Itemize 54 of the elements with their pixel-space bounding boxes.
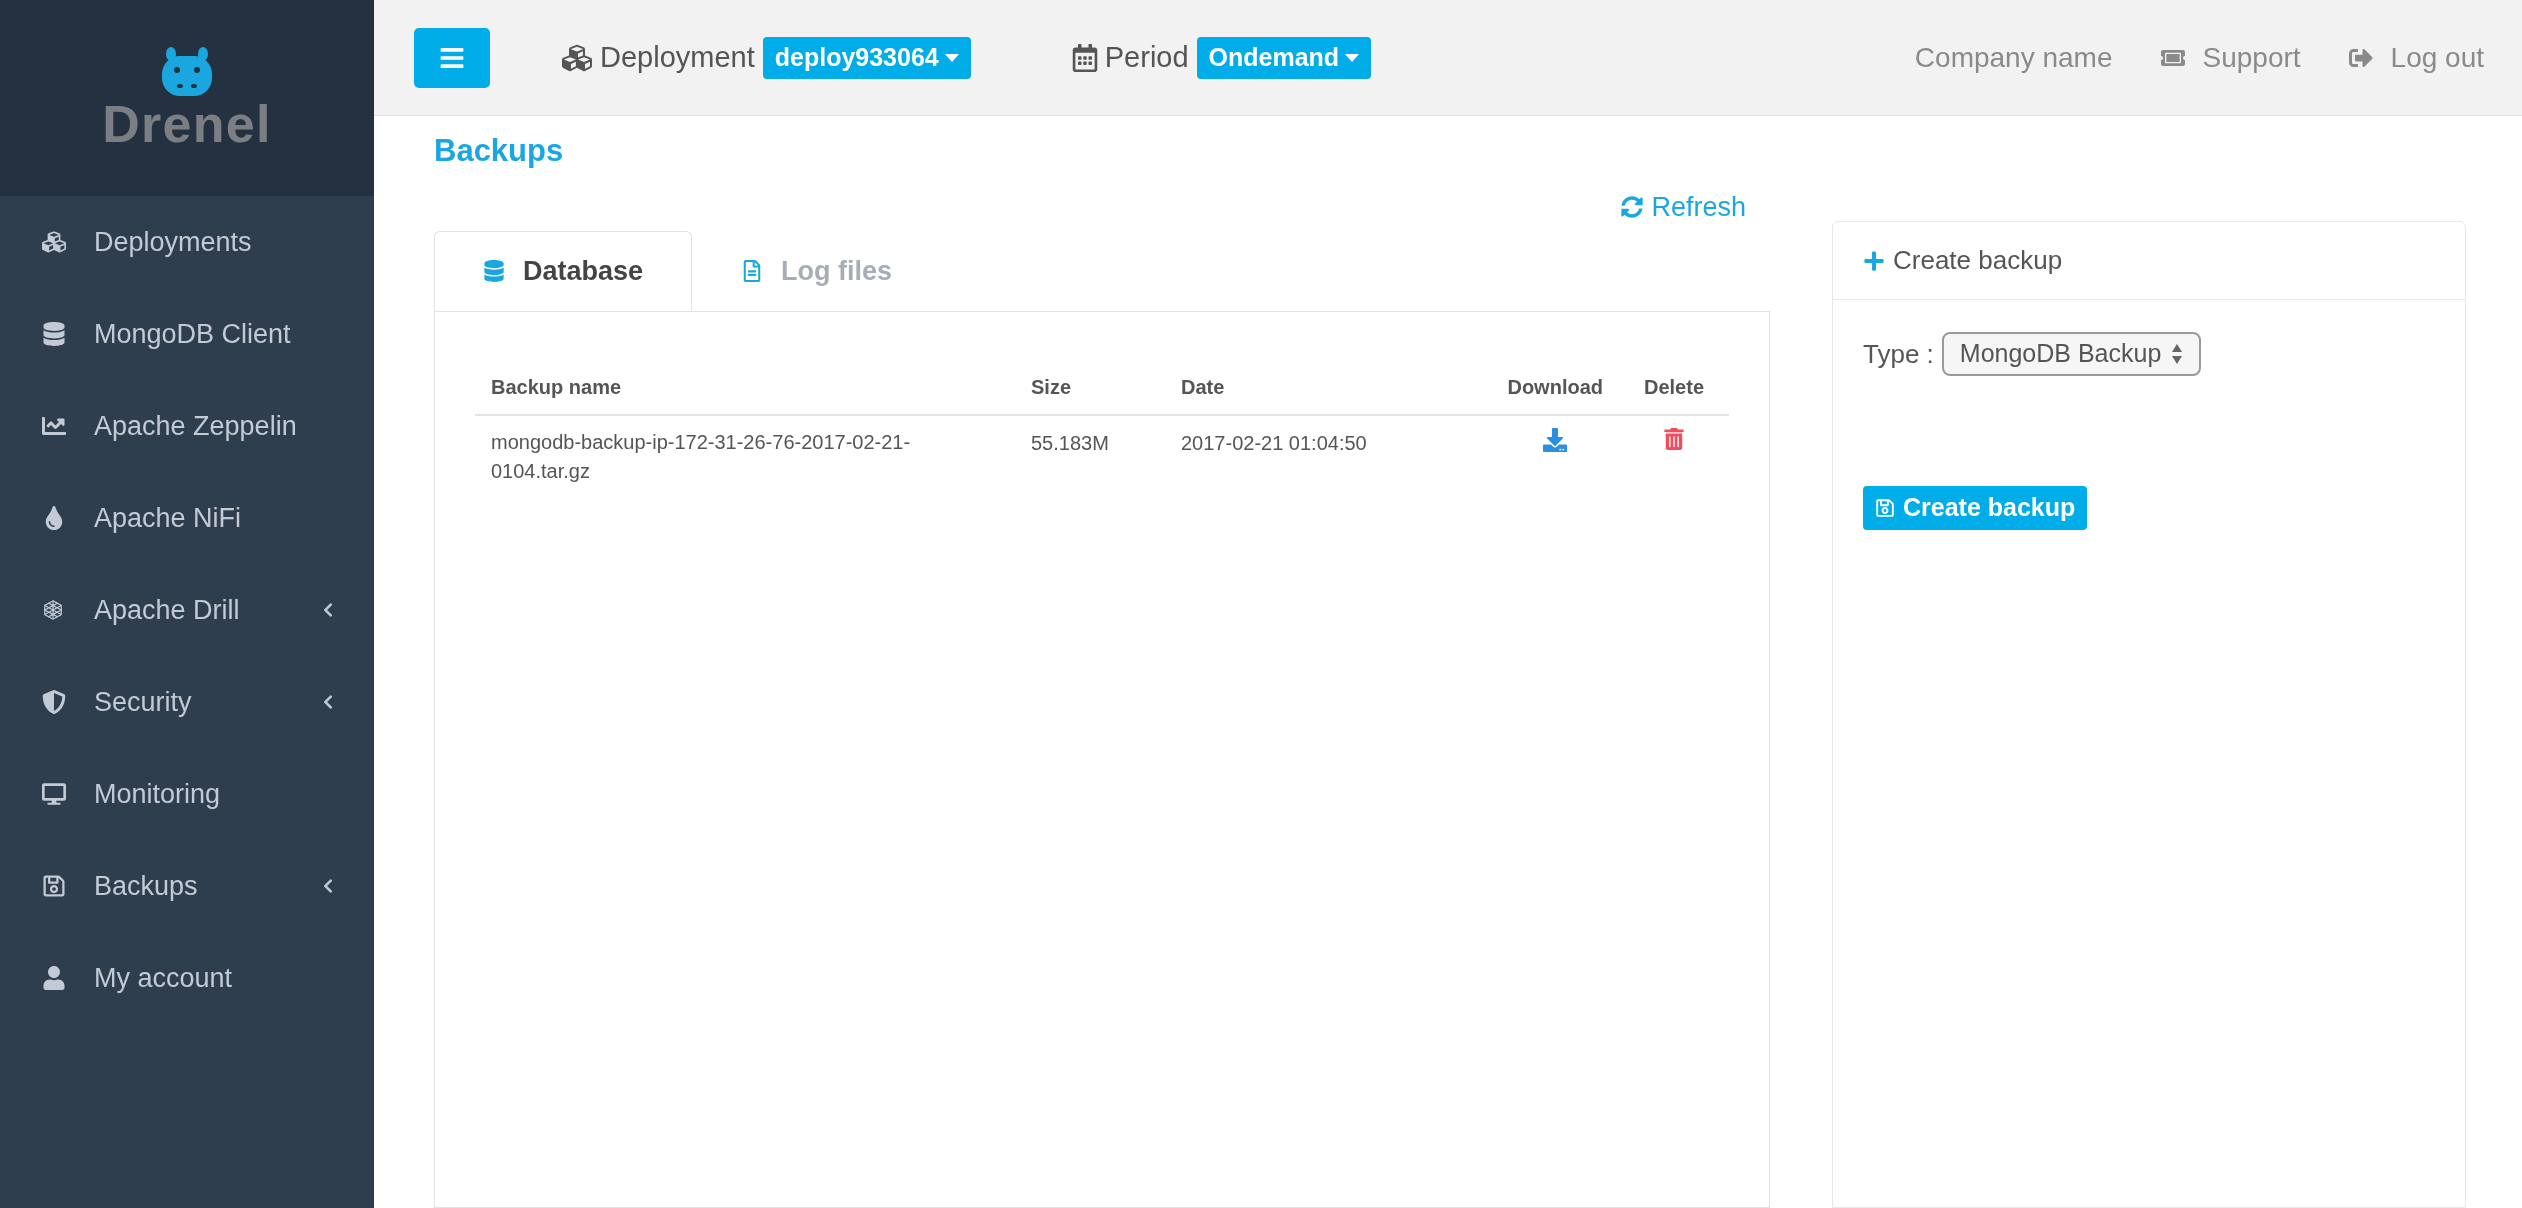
type-select[interactable]: MongoDB Backup: [1941, 332, 2202, 376]
hexagon-icon: [42, 599, 64, 621]
sidebar-item-label: Apache Drill: [94, 593, 241, 627]
sidebar-item-label: MongoDB Client: [94, 317, 292, 351]
download-icon: [1543, 428, 1568, 452]
sidebar-item[interactable]: Backups: [0, 840, 374, 932]
shield-icon: [42, 690, 66, 714]
sidebar-item-label: Monitoring: [94, 777, 222, 811]
database-icon: [483, 260, 505, 282]
calendar-icon: [1070, 43, 1099, 72]
caret-icon: [944, 53, 959, 62]
sidebar-item[interactable]: MongoDB Client: [0, 288, 374, 380]
column-header: Date: [1165, 360, 1492, 415]
download-button[interactable]: [1543, 428, 1568, 452]
up-down-arrows-icon: [2171, 343, 2184, 365]
page-title: Backups: [434, 132, 565, 170]
sidebar-item-label: My account: [94, 961, 234, 995]
sidebar-item-label: Backups: [94, 869, 199, 903]
cubes-icon: [42, 230, 66, 254]
sidebar-item[interactable]: My account: [0, 932, 374, 1024]
sidebar-item[interactable]: Monitoring: [0, 748, 374, 840]
database-icon: [42, 322, 66, 346]
delete-button[interactable]: [1663, 428, 1685, 450]
caret-icon: [1345, 53, 1360, 62]
panel-title: Create backup: [1893, 244, 2063, 277]
line-chart-icon: [42, 414, 66, 438]
column-header: Backup name: [475, 360, 1015, 415]
table-cell: mongodb-backup-ip-172-31-26-76-2017-02-21-0104.tar.gz: [475, 415, 1015, 498]
period-label: Period: [1104, 39, 1189, 75]
deployment-label: Deployment: [600, 39, 755, 75]
menu-button[interactable]: [414, 27, 490, 88]
sidebar-item[interactable]: Security: [0, 656, 374, 748]
sidebar-item-label: Deployments: [94, 225, 253, 259]
sidebar-item-label: Apache NiFi: [94, 501, 243, 535]
column-header: Delete: [1619, 360, 1729, 415]
sidebar-item[interactable]: Apache NiFi: [0, 472, 374, 564]
sidebar-item[interactable]: Apache Zeppelin: [0, 380, 374, 472]
sidebar-item-label: Security: [94, 685, 193, 719]
monitor-icon: [42, 782, 66, 806]
tab[interactable]: Database: [434, 231, 693, 311]
sidebar-item[interactable]: Deployments: [0, 196, 374, 288]
column-header: Size: [1015, 360, 1165, 415]
sidebar-item-label: Apache Zeppelin: [94, 409, 298, 443]
sidebar-item[interactable]: Apache Drill: [0, 564, 374, 656]
trash-icon: [1663, 428, 1685, 450]
table-cell: 2017-02-21 01:04:50: [1165, 415, 1492, 498]
logo-text: Drenel: [102, 98, 272, 150]
type-label: Type :: [1863, 337, 1934, 371]
cubes-icon: [562, 42, 592, 73]
column-header: Download: [1491, 360, 1619, 415]
table-cell: 55.183M: [1015, 415, 1165, 498]
plus-icon: [1863, 249, 1885, 272]
user-icon: [42, 966, 66, 990]
refresh-icon: [1621, 195, 1644, 218]
